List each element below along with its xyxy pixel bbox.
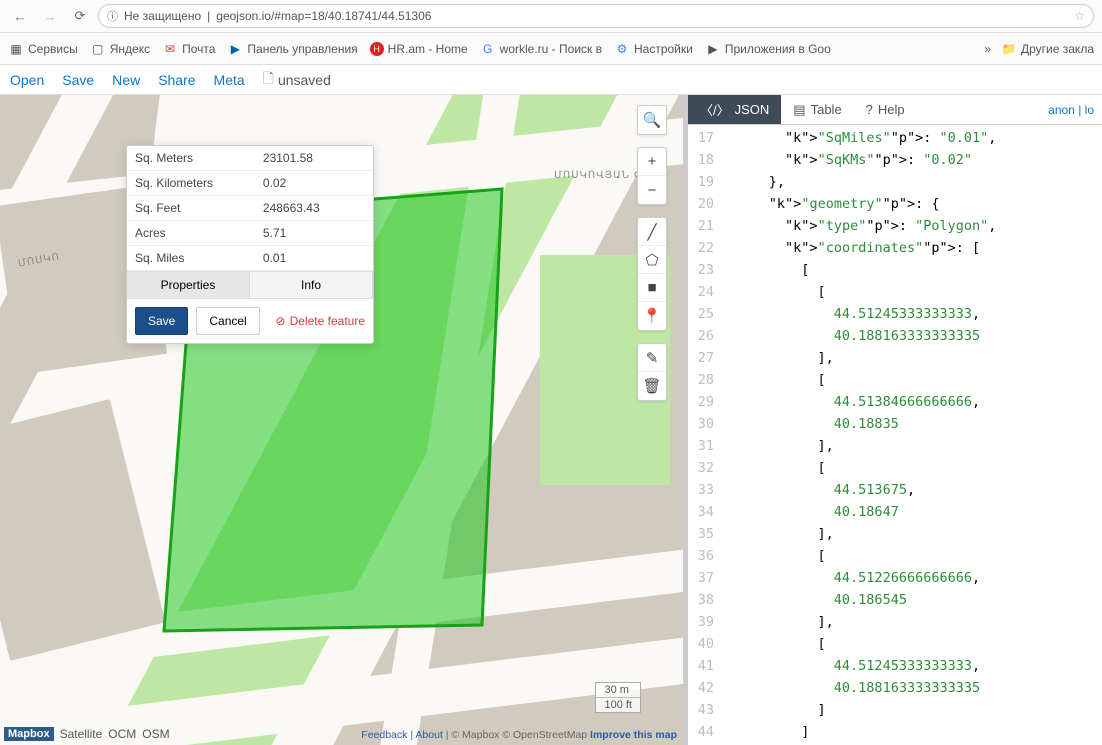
scale-metric: 30 m	[596, 683, 640, 698]
attribution-osm: © OpenStreetMap	[502, 729, 587, 741]
table-row: Sq. Kilometers0.02	[127, 171, 373, 196]
back-button[interactable]: ←	[8, 4, 32, 28]
question-icon: ?	[866, 102, 873, 117]
map-pane[interactable]: ՄՈՍԿՈ ՄՈՍԿՈՎՅԱՆ Փ Sq. Meters23101.58 Sq.…	[0, 95, 683, 745]
app-menu: Open Save New Share Meta 🗋unsaved	[0, 65, 1102, 95]
bookmark-item[interactable]: Gworkle.ru - Поиск в	[480, 41, 602, 57]
draw-line-button[interactable]: ╱	[638, 218, 666, 246]
menu-share[interactable]: Share	[158, 72, 195, 88]
forward-button[interactable]: →	[38, 4, 62, 28]
polygon-icon: ⬠	[645, 251, 658, 269]
scale-imperial: 100 ft	[596, 698, 640, 712]
bookmarks-overflow[interactable]: »	[984, 42, 991, 56]
tab-properties[interactable]: Properties	[127, 272, 250, 298]
line-gutter: 1718192021222324252627282930313233343536…	[688, 125, 720, 745]
table-row: Sq. Meters23101.58	[127, 146, 373, 171]
table-icon: ▤	[793, 102, 805, 118]
tab-json[interactable]: 〈/〉JSON	[688, 95, 781, 124]
address-bar[interactable]: ⓘ Не защищено | geojson.io/#map=18/40.18…	[98, 4, 1094, 28]
bookmark-item[interactable]: HHR.am - Home	[370, 42, 468, 56]
search-button[interactable]: 🔍	[638, 106, 666, 134]
attribution-about[interactable]: About	[415, 729, 442, 741]
bookmark-item[interactable]: ▢Яндекс	[90, 41, 150, 57]
menu-meta[interactable]: Meta	[214, 72, 245, 88]
bookmarks-bar: ▦Сервисы ▢Яндекс ✉Почта ▶Панель управлен…	[0, 33, 1102, 65]
layer-ocm[interactable]: OCM	[108, 727, 136, 741]
code-icon: 〈/〉	[700, 100, 730, 119]
code-pane: 〈/〉JSON ▤Table ?Help anon | lo 171819202…	[688, 95, 1102, 745]
page-url: geojson.io/#map=18/40.18741/44.51306	[216, 9, 431, 23]
bookmark-star-icon[interactable]: ☆	[1074, 9, 1085, 23]
feature-popup: Sq. Meters23101.58 Sq. Kilometers0.02 Sq…	[126, 145, 374, 344]
table-row: Sq. Miles0.01	[127, 246, 373, 271]
user-anon[interactable]: anon	[1048, 103, 1075, 117]
file-status: 🗋unsaved	[263, 68, 331, 92]
help-button[interactable]: ?Help	[854, 97, 917, 122]
square-icon: ■	[647, 279, 656, 296]
delete-button[interactable]: 🗑	[638, 372, 666, 400]
security-label: Не защищено	[124, 9, 201, 23]
draw-polygon-button[interactable]: ⬠	[638, 246, 666, 274]
layer-satellite[interactable]: Satellite	[60, 727, 103, 741]
code-tabs: 〈/〉JSON ▤Table ?Help anon | lo	[688, 95, 1102, 125]
tab-table[interactable]: ▤Table	[781, 97, 853, 123]
marker-icon: 📍	[643, 307, 662, 325]
layer-osm[interactable]: OSM	[142, 727, 169, 741]
layer-switcher: Mapbox Satellite OCM OSM	[4, 727, 170, 741]
code-editor[interactable]: 1718192021222324252627282930313233343536…	[688, 125, 1102, 745]
line-icon: ╱	[647, 223, 656, 241]
plus-icon: +	[648, 153, 657, 170]
draw-rectangle-button[interactable]: ■	[638, 274, 666, 302]
delete-icon: ⊘	[276, 314, 286, 328]
reload-button[interactable]: ⟳	[68, 4, 92, 28]
cancel-button[interactable]: Cancel	[196, 307, 259, 335]
browser-toolbar: ← → ⟳ ⓘ Не защищено | geojson.io/#map=18…	[0, 0, 1102, 33]
bookmark-item[interactable]: ▶Приложения в Goo	[705, 41, 831, 57]
table-row: Sq. Feet248663.43	[127, 196, 373, 221]
layer-mapbox[interactable]: Mapbox	[4, 727, 54, 741]
tab-info[interactable]: Info	[250, 272, 373, 298]
bookmark-item[interactable]: ▶Панель управления	[227, 41, 357, 57]
apps-button[interactable]: ▦Сервисы	[8, 41, 78, 57]
attribution-feedback[interactable]: Feedback	[361, 729, 407, 741]
menu-open[interactable]: Open	[10, 72, 44, 88]
table-row: Acres5.71	[127, 221, 373, 246]
attribution-mapbox: © Mapbox	[451, 729, 499, 741]
zoom-in-button[interactable]: +	[638, 148, 666, 176]
file-icon: 🗋	[263, 68, 274, 92]
draw-marker-button[interactable]: 📍	[638, 302, 666, 330]
info-icon: ⓘ	[107, 8, 118, 24]
bookmark-item[interactable]: ✉Почта	[162, 41, 215, 57]
edit-button[interactable]: ✎	[638, 344, 666, 372]
menu-save[interactable]: Save	[62, 72, 94, 88]
zoom-out-button[interactable]: −	[638, 176, 666, 204]
street-label: ՄՈՍԿՈՎՅԱՆ Փ	[554, 170, 643, 181]
pencil-icon: ✎	[646, 349, 659, 367]
map-attribution: Feedback | About | © Mapbox © OpenStreet…	[361, 729, 677, 741]
minus-icon: −	[648, 182, 657, 199]
menu-new[interactable]: New	[112, 72, 140, 88]
save-button[interactable]: Save	[135, 307, 188, 335]
trash-icon: 🗑	[642, 377, 661, 395]
user-lo[interactable]: lo	[1085, 103, 1094, 117]
delete-feature-button[interactable]: ⊘Delete feature	[276, 314, 365, 328]
bookmark-item[interactable]: ⚙Настройки	[614, 41, 693, 57]
attribution-improve[interactable]: Improve this map	[590, 729, 677, 741]
scale-control: 30 m 100 ft	[595, 682, 641, 713]
code-body[interactable]: "k">"SqMiles""p">: "0.01", "k">"SqKMs""p…	[720, 125, 1102, 745]
search-icon: 🔍	[643, 111, 662, 129]
area-table: Sq. Meters23101.58 Sq. Kilometers0.02 Sq…	[127, 146, 373, 271]
other-bookmarks[interactable]: 📁Другие закла	[1001, 41, 1094, 57]
